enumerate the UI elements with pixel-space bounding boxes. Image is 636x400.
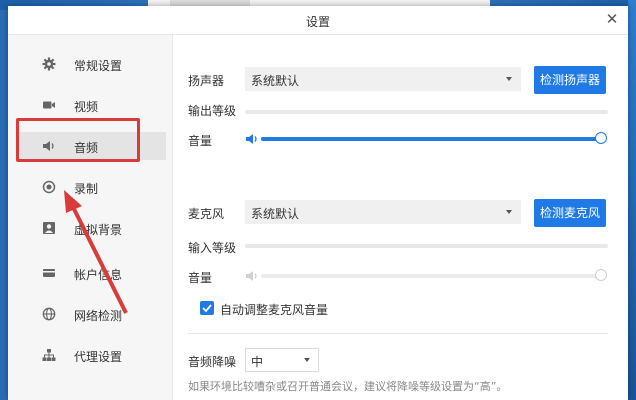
sidebar-item-video[interactable]: 视频 (16, 91, 166, 119)
person-icon (43, 222, 55, 234)
microphone-volume-label: 音量 (188, 271, 213, 285)
microphone-volume-slider[interactable] (261, 274, 603, 278)
test-speaker-button[interactable]: 检测扬声器 (534, 66, 606, 94)
gear-icon (42, 57, 56, 71)
noise-reduction-hint: 如果环境比较嘈杂或召开普通会议，建议将降噪等级设置为“高”。 (188, 380, 508, 393)
speaker-volume-slider[interactable] (261, 137, 603, 141)
input-level-label: 输入等级 (188, 241, 237, 255)
desktop-background-right (628, 0, 636, 400)
sidebar-item-recording[interactable]: 录制 (16, 173, 166, 201)
section-divider (188, 333, 608, 334)
sidebar-item-label: 视频 (74, 100, 99, 114)
test-microphone-button[interactable]: 检测麦克风 (534, 199, 606, 227)
output-level-meter (245, 110, 608, 114)
sidebar-item-label: 网络检测 (74, 309, 123, 323)
globe-icon (42, 307, 56, 321)
sidebar: 常规设置 视频 音频 录制 虚拟背景 帐户信息 网络检测 代理设置 (8, 35, 173, 400)
microphone-select[interactable]: 系统默认 (245, 200, 521, 224)
sidebar-item-network-test[interactable]: 网络检测 (16, 300, 166, 328)
noise-reduction-value: 中 (251, 355, 264, 369)
window-title: 设置 (305, 15, 330, 29)
chevron-down-icon (304, 358, 310, 362)
speaker-volume-handle[interactable] (595, 132, 607, 144)
auto-adjust-checkbox[interactable] (200, 301, 214, 315)
close-button[interactable]: ✕ (602, 9, 622, 29)
microphone-select-value: 系统默认 (251, 207, 300, 221)
sidebar-item-label: 代理设置 (74, 350, 123, 364)
speaker-volume-label: 音量 (188, 134, 213, 148)
microphone-volume-handle[interactable] (595, 269, 607, 281)
record-icon (42, 180, 56, 194)
audio-settings-panel: 扬声器 系统默认 检测扬声器 输出等级 音量 麦克风 系统默认 检测麦克风 输入… (173, 35, 628, 400)
video-camera-icon (43, 101, 55, 109)
speaker-select-value: 系统默认 (251, 74, 300, 88)
card-icon (43, 269, 55, 277)
speaker-select[interactable]: 系统默认 (245, 67, 521, 91)
chevron-down-icon (506, 77, 512, 81)
network-icon (42, 349, 56, 361)
title-bar: 设置 ✕ (8, 6, 628, 35)
sidebar-item-label: 常规设置 (74, 59, 123, 73)
input-level-meter (245, 244, 608, 248)
speaker-label: 扬声器 (188, 74, 225, 88)
sidebar-item-account[interactable]: 帐户信息 (16, 259, 166, 287)
checkmark-icon (202, 304, 212, 313)
speaker-volume-fill (261, 137, 603, 141)
sidebar-item-label: 帐户信息 (74, 268, 123, 282)
output-level-label: 输出等级 (188, 104, 237, 118)
auto-adjust-label: 自动调整麦克风音量 (220, 303, 329, 317)
sidebar-item-proxy[interactable]: 代理设置 (16, 341, 166, 369)
chevron-down-icon (506, 210, 512, 214)
sidebar-item-general[interactable]: 常规设置 (16, 50, 166, 78)
speaker-icon (246, 271, 257, 281)
noise-reduction-label: 音频降噪 (188, 355, 237, 369)
noise-reduction-select[interactable]: 中 (245, 348, 319, 372)
annotation-highlight-box (16, 118, 140, 162)
sidebar-item-virtual-background[interactable]: 虚拟背景 (16, 214, 166, 242)
settings-window: 设置 ✕ 常规设置 视频 音频 录制 虚拟背景 帐户信息 网络检测 代理设置 扬… (8, 6, 628, 400)
sidebar-item-label: 虚拟背景 (74, 223, 123, 237)
microphone-label: 麦克风 (188, 207, 225, 221)
sidebar-item-label: 录制 (74, 182, 99, 196)
speaker-icon (246, 134, 257, 144)
